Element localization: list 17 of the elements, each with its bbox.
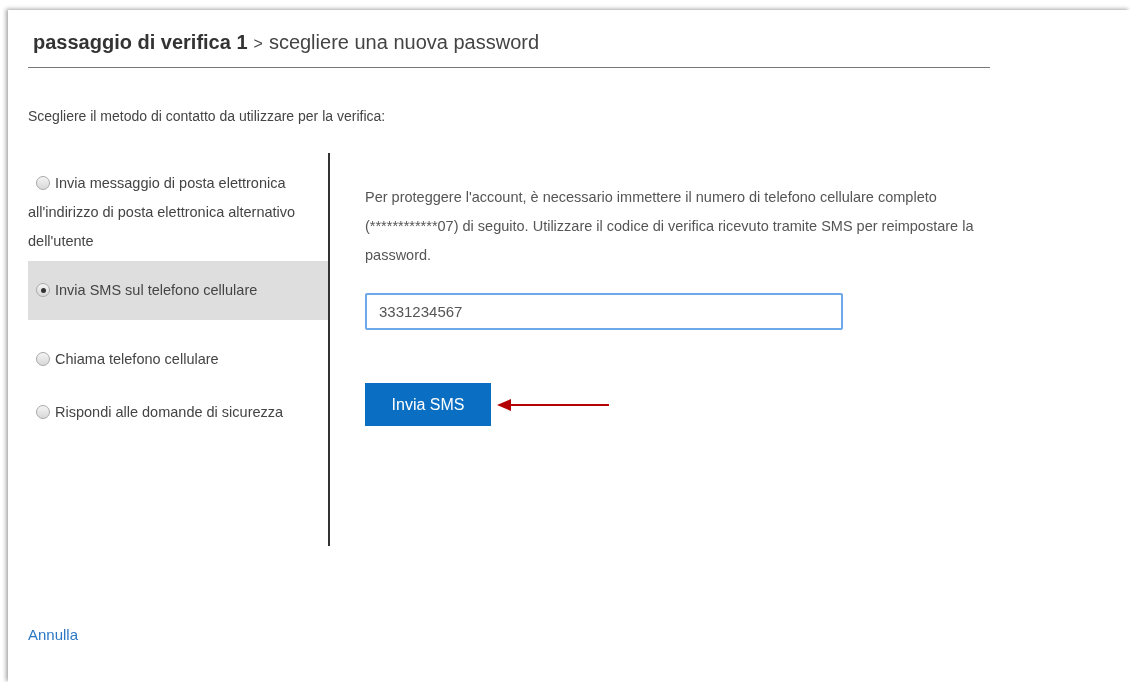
method-option[interactable]: Rispondi alle domande di sicurezza xyxy=(28,396,328,429)
phone-input-field[interactable]: 3331234567 xyxy=(365,293,843,330)
breadcrumb-separator: > xyxy=(253,34,263,54)
send-sms-button[interactable]: Invia SMS xyxy=(365,383,491,426)
arrow-icon xyxy=(497,397,609,412)
instruction-text: Scegliere il metodo di contatto da utilizzare per la verifica: xyxy=(28,107,387,126)
method-option[interactable]: Invia SMS sul telefono cellulare xyxy=(28,261,328,320)
radio-button[interactable] xyxy=(36,176,50,190)
radio-button[interactable] xyxy=(36,283,50,297)
method-option[interactable]: Chiama telefono cellulare xyxy=(28,343,328,376)
step-title: passaggio di verifica 1 xyxy=(33,30,248,55)
radio-button[interactable] xyxy=(36,352,50,366)
page-title: scegliere una nuova password xyxy=(268,30,540,55)
radio-button[interactable] xyxy=(36,405,50,419)
cancel-link[interactable]: Annulla xyxy=(28,624,79,647)
description-text: Per proteggere l'account, è necessario immettere il numero di telefono cellulare completo (************07) di seguito. Utilizzare il codice di verifica ricevuto tramite SMS per reimpostare la password. xyxy=(365,188,975,265)
method-option[interactable]: Invia messaggio di posta elettronica all'indirizzo di posta elettronica alternativo dell'utente xyxy=(28,167,328,258)
